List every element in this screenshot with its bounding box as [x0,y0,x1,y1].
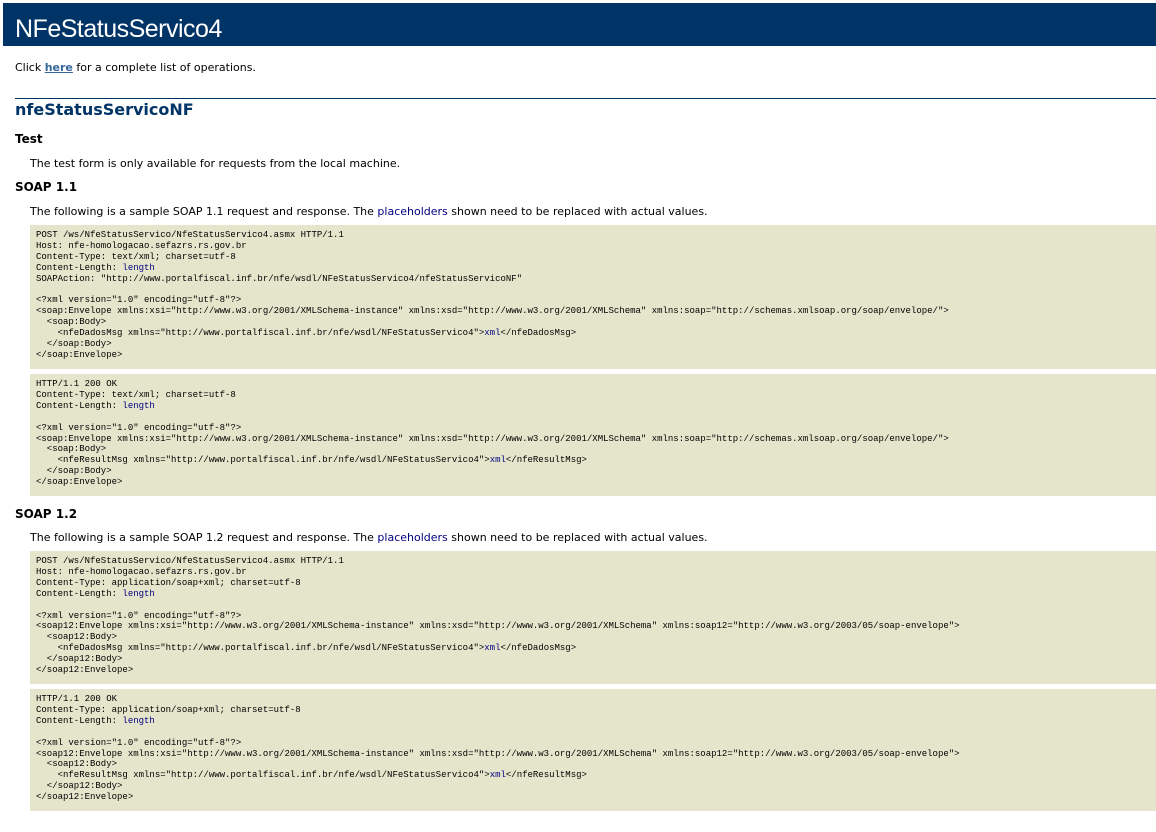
operations-list-link[interactable]: here [45,61,73,74]
length-placeholder: length [122,588,155,599]
page-header: NFeStatusServico4 [3,3,1156,46]
length-placeholder: length [122,715,155,726]
soap12-description: The following is a sample SOAP 1.2 reque… [30,531,708,544]
xml-placeholder: xml [484,643,501,654]
test-note: The test form is only available for requ… [30,157,401,170]
soap11-heading: SOAP 1.1 [15,180,78,194]
xml-placeholder: xml [484,328,501,339]
xml-placeholder: xml [489,770,506,781]
operations-intro: Click here for a complete list of operat… [15,61,256,74]
placeholders-term: placeholders [377,205,448,218]
length-placeholder: length [122,400,155,411]
soap11-description: The following is a sample SOAP 1.1 reque… [30,205,708,218]
section-divider [15,98,1156,99]
soap12-response-code: HTTP/1.1 200 OK Content-Type: applicatio… [30,689,1156,811]
soap12-heading: SOAP 1.2 [15,507,78,521]
length-placeholder: length [122,262,155,273]
soap11-request-code: POST /ws/NfeStatusServico/NfeStatusServi… [30,225,1156,369]
soap11-response-code: HTTP/1.1 200 OK Content-Type: text/xml; … [30,374,1156,496]
operation-title: nfeStatusServicoNF [15,100,194,119]
placeholders-term: placeholders [377,531,448,544]
test-heading: Test [15,132,43,146]
service-title: NFeStatusServico4 [15,15,222,43]
xml-placeholder: xml [489,455,506,466]
soap12-request-code: POST /ws/NfeStatusServico/NfeStatusServi… [30,551,1156,684]
